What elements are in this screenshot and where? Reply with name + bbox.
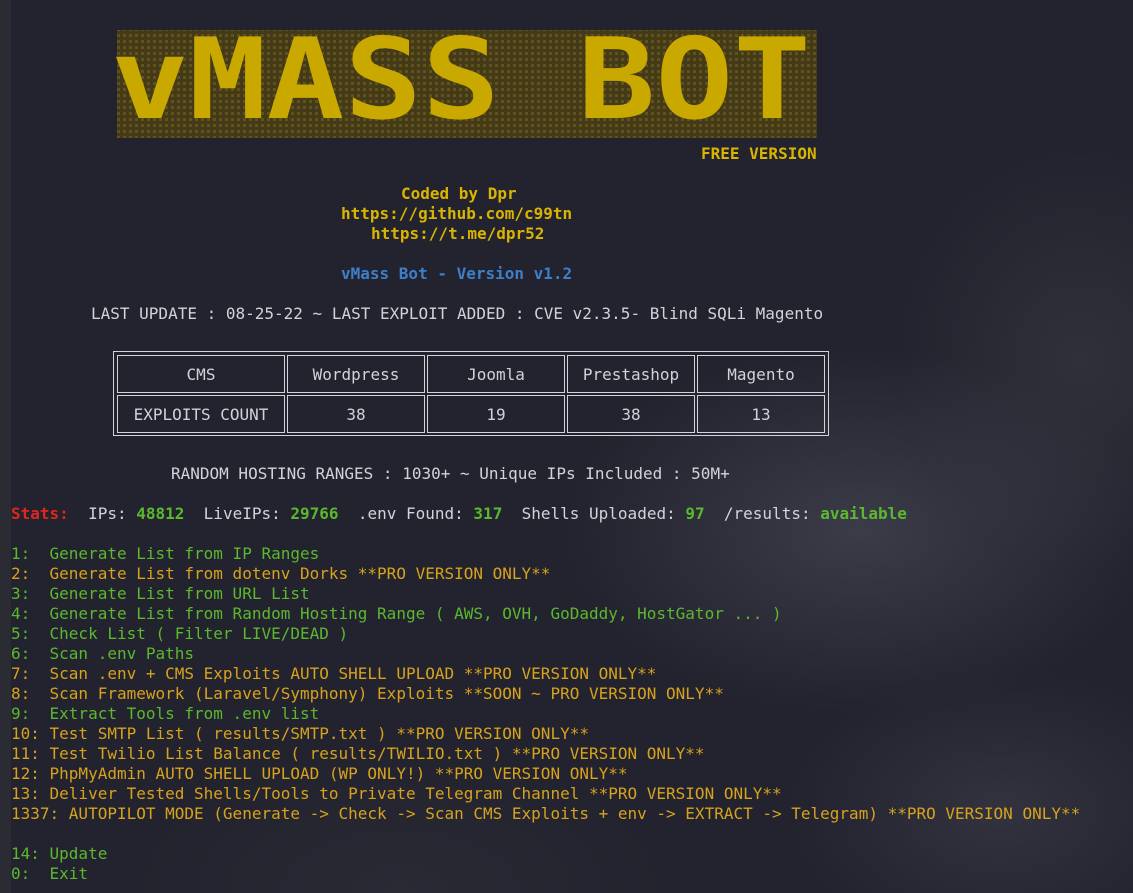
results-value: available: [820, 504, 907, 523]
menu-item-number: 7:: [11, 664, 50, 683]
shells-uploaded-label: Shells Uploaded:: [521, 504, 676, 523]
menu-item[interactable]: 10: Test SMTP List ( results/SMTP.txt ) …: [11, 724, 589, 744]
coded-by-label: Coded by Dpr: [401, 184, 517, 203]
menu-item[interactable]: 12: PhpMyAdmin AUTO SHELL UPLOAD (WP ONL…: [11, 764, 628, 784]
menu-item[interactable]: 9: Extract Tools from .env list: [11, 704, 319, 724]
github-link[interactable]: https://github.com/c99tn: [341, 204, 572, 224]
menu-item[interactable]: 1: Generate List from IP Ranges: [11, 544, 319, 564]
table-header-joomla: Joomla: [427, 355, 565, 393]
menu-item-number: 14:: [11, 844, 50, 863]
hosting-ranges-line: RANDOM HOSTING RANGES : 1030+ ~ Unique I…: [171, 464, 730, 483]
menu-item-label: Check List ( Filter LIVE/DEAD ): [49, 624, 349, 643]
menu-item-label: Deliver Tested Shells/Tools to Private T…: [49, 784, 782, 803]
menu-item-number: 5:: [11, 624, 50, 643]
env-found-value: 317: [473, 504, 503, 523]
menu-item-label: Exit: [49, 864, 89, 883]
menu-item-label: Update: [49, 844, 108, 863]
menu-item[interactable]: 11: Test Twilio List Balance ( results/T…: [11, 744, 705, 764]
menu-item-label: Extract Tools from .env list: [49, 704, 320, 723]
table-cell-prestashop-count: 38: [567, 395, 695, 433]
stats-label: Stats:: [11, 504, 69, 523]
logo-text: vMASS BOT: [111, 22, 811, 144]
menu-item-label: Scan Framework (Laravel/Symphony) Exploi…: [49, 684, 724, 703]
menu-item-number: 6:: [11, 644, 50, 663]
version-label: vMass Bot - Version v1.2: [341, 264, 573, 283]
menu-item[interactable]: 5: Check List ( Filter LIVE/DEAD ): [11, 624, 348, 644]
terminal-left-margin: [0, 0, 11, 893]
telegram-link[interactable]: https://t.me/dpr52: [371, 224, 544, 244]
menu-item-label: Generate List from Random Hosting Range …: [49, 604, 782, 623]
menu-item[interactable]: 0: Exit: [11, 864, 88, 884]
menu-item-label: Generate List from dotenv Dorks **PRO VE…: [49, 564, 551, 583]
live-ips-value: 29766: [290, 504, 339, 523]
menu-item-label: Scan .env + CMS Exploits AUTO SHELL UPLO…: [49, 664, 657, 683]
menu-item-label: Generate List from IP Ranges: [49, 544, 320, 563]
menu-item-label: PhpMyAdmin AUTO SHELL UPLOAD (WP ONLY!) …: [49, 764, 628, 783]
free-version-label: FREE VERSION: [701, 144, 817, 163]
menu-item-number: 3:: [11, 584, 50, 603]
results-label: /results:: [723, 504, 811, 523]
menu-item-number: 13:: [11, 784, 50, 803]
shells-uploaded-value: 97: [685, 504, 705, 523]
table-header-wordpress: Wordpress: [287, 355, 425, 393]
menu-item-number: 9:: [11, 704, 50, 723]
stats-line: Stats: IPs: 48812 LiveIPs: 29766 .env Fo…: [11, 504, 907, 524]
menu-item-label: Generate List from URL List: [49, 584, 310, 603]
menu-item-label: Test SMTP List ( results/SMTP.txt ) **PR…: [49, 724, 589, 743]
menu-item[interactable]: 7: Scan .env + CMS Exploits AUTO SHELL U…: [11, 664, 656, 684]
menu-item-number: 0:: [11, 864, 50, 883]
menu-item-number: 2:: [11, 564, 50, 583]
table-header-prestashop: Prestashop: [567, 355, 695, 393]
live-ips-label: LiveIPs:: [203, 504, 281, 523]
menu-item[interactable]: 1337: AUTOPILOT MODE (Generate -> Check …: [11, 804, 1080, 824]
menu-item[interactable]: 14: Update: [11, 844, 107, 864]
ips-label: IPs:: [88, 504, 127, 523]
last-update-line: LAST UPDATE : 08-25-22 ~ LAST EXPLOIT AD…: [91, 304, 824, 323]
menu-item[interactable]: 4: Generate List from Random Hosting Ran…: [11, 604, 782, 624]
table-cell-exploits-label: EXPLOITS COUNT: [117, 395, 285, 433]
menu-item-number: 12:: [11, 764, 50, 783]
ips-value: 48812: [136, 504, 185, 523]
menu-item-number: 8:: [11, 684, 50, 703]
table-cell-joomla-count: 19: [427, 395, 565, 433]
menu-item-label: Scan .env Paths: [49, 644, 195, 663]
menu-item-number: 10:: [11, 724, 50, 743]
table-header-cms: CMS: [117, 355, 285, 393]
env-found-label: .env Found:: [357, 504, 464, 523]
menu-item[interactable]: 13: Deliver Tested Shells/Tools to Priva…: [11, 784, 782, 804]
menu-item[interactable]: 8: Scan Framework (Laravel/Symphony) Exp…: [11, 684, 724, 704]
table-cell-wordpress-count: 38: [287, 395, 425, 433]
menu-item-label: AUTOPILOT MODE (Generate -> Check -> Sca…: [68, 804, 1081, 823]
menu-item-label: Test Twilio List Balance ( results/TWILI…: [49, 744, 705, 763]
table-header-magento: Magento: [697, 355, 825, 393]
menu-item[interactable]: 2: Generate List from dotenv Dorks **PRO…: [11, 564, 550, 584]
menu-item[interactable]: 6: Scan .env Paths: [11, 644, 194, 664]
menu-item-number: 1337:: [11, 804, 69, 823]
menu-item[interactable]: 3: Generate List from URL List: [11, 584, 310, 604]
menu-item-number: 11:: [11, 744, 50, 763]
menu-item-number: 4:: [11, 604, 50, 623]
table-cell-magento-count: 13: [697, 395, 825, 433]
vmass-bot-logo: vMASS BOT: [111, 22, 817, 144]
menu-item-number: 1:: [11, 544, 50, 563]
